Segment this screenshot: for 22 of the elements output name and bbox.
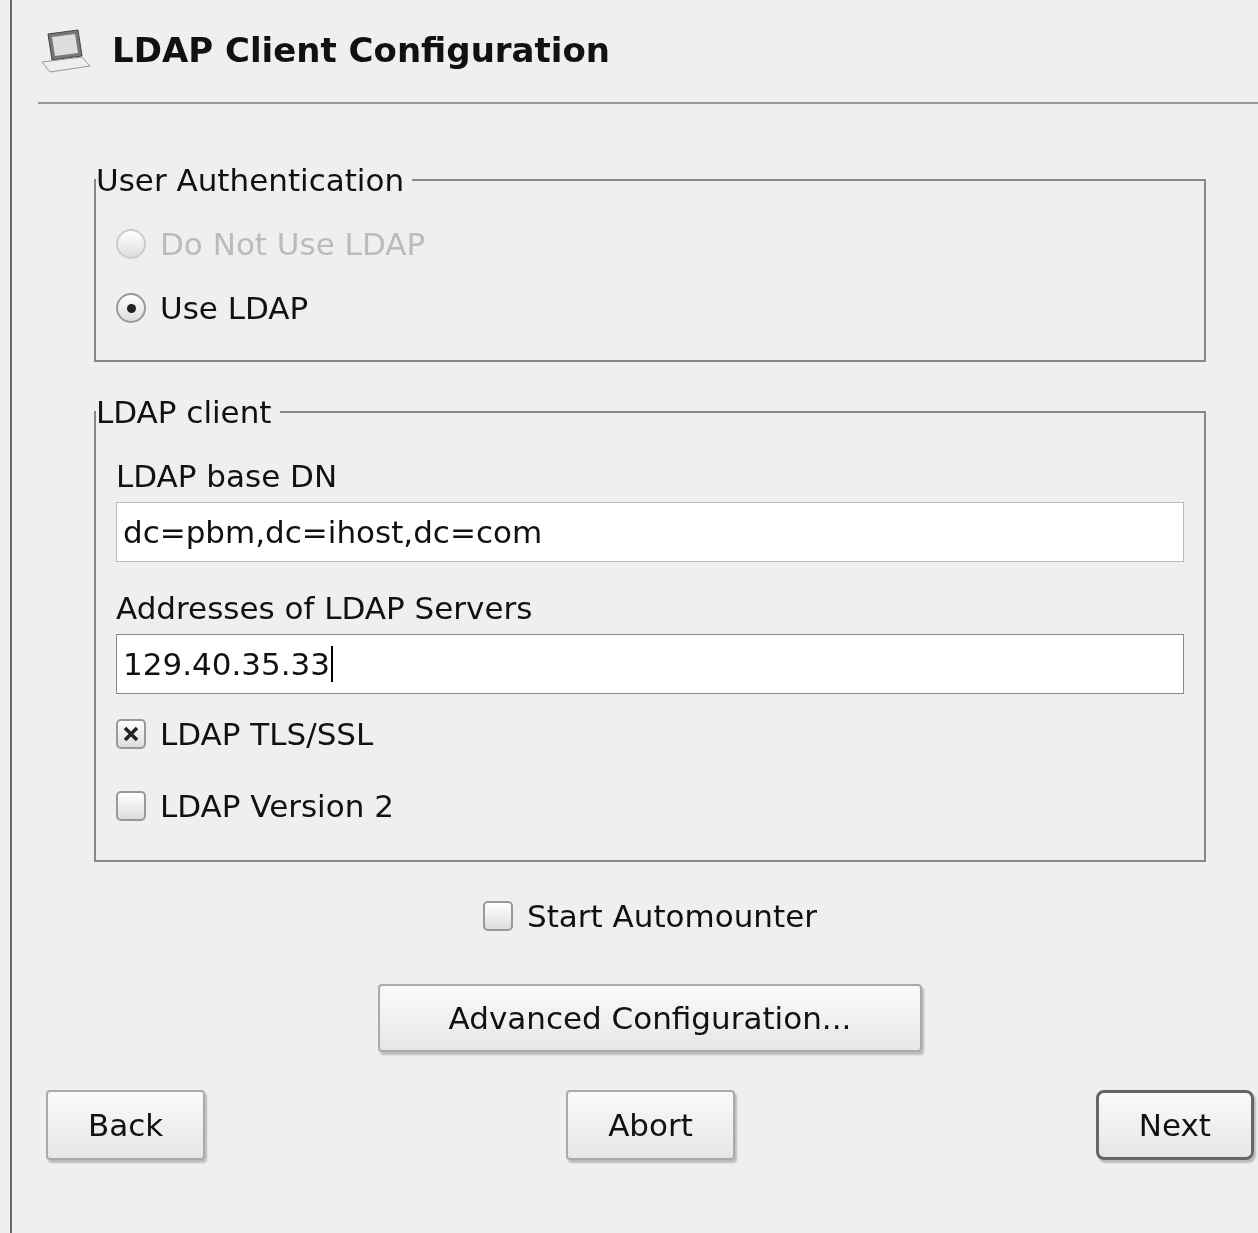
radio-option[interactable]: Use LDAP [116, 276, 1184, 340]
input-field[interactable]: dc=pbm,dc=ihost,dc=com [116, 502, 1184, 562]
field-label: LDAP base DN [116, 458, 339, 496]
radio-label: Use LDAP [160, 290, 309, 326]
checkbox[interactable] [483, 901, 513, 931]
wizard-button[interactable]: Abort [566, 1090, 735, 1160]
input-field[interactable]: 129.40.35.33 [116, 634, 1184, 694]
checkbox[interactable] [116, 719, 146, 749]
cross-mark-icon [121, 724, 141, 744]
checkbox-label: Start Automounter [527, 898, 817, 934]
wizard-button[interactable]: Back [46, 1090, 206, 1160]
group-title: LDAP client [96, 394, 273, 430]
group-title: User Authentication [96, 162, 406, 198]
radio-button[interactable] [116, 293, 146, 323]
checkbox[interactable] [116, 791, 146, 821]
checkbox-label: LDAP Version 2 [160, 788, 394, 824]
advanced-configuration-button[interactable]: Advanced Configuration... [378, 984, 922, 1052]
field-label: Addresses of LDAP Servers [116, 590, 534, 628]
window-title: LDAP Client Configuration [112, 30, 610, 70]
text-cursor [331, 646, 334, 682]
wizard-button[interactable]: Next [1095, 1090, 1254, 1160]
checkbox-label: LDAP TLS/SSL [160, 716, 374, 752]
